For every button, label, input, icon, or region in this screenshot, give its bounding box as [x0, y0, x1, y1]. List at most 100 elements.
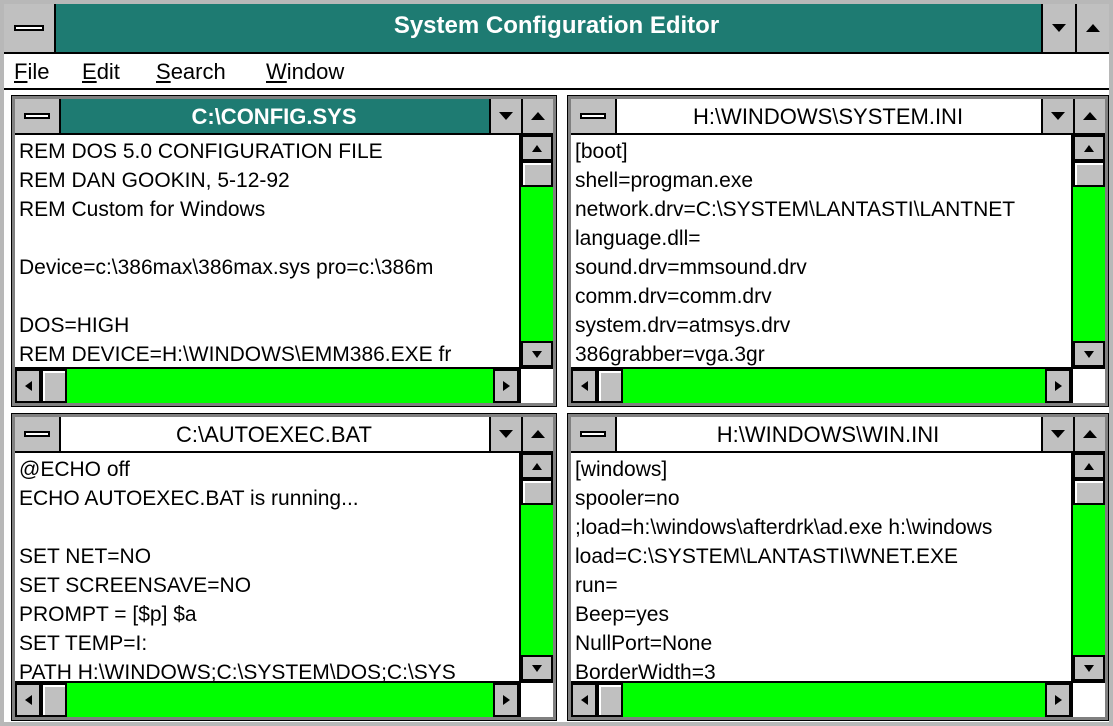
text-line: Device=c:\386max\386max.sys pro=c:\386m: [19, 256, 434, 279]
horizontal-scroll-thumb[interactable]: [597, 683, 623, 717]
autoexec-bat-window[interactable]: C:\AUTOEXEC.BAT @ECHO off ECHO AUTOEXEC.…: [11, 413, 557, 721]
text-line: system.drv=atmsys.drv: [575, 314, 791, 337]
minimize-icon: [1052, 24, 1066, 32]
config-sys-window[interactable]: C:\CONFIG.SYS REM DOS 5.0 CONFIGURATION …: [11, 95, 557, 407]
scroll-left-button[interactable]: [571, 683, 597, 717]
config-sys-control-menu-box[interactable]: [15, 99, 61, 133]
menu-edit-label: dit: [96, 59, 120, 84]
menu-bar: File Edit Search Window: [4, 54, 1109, 90]
vertical-scroll-thumb[interactable]: [521, 479, 553, 505]
maximize-icon: [1083, 430, 1097, 438]
text-line: [19, 282, 519, 311]
scroll-right-button[interactable]: [1045, 683, 1071, 717]
horizontal-scroll-thumb[interactable]: [41, 683, 67, 717]
system-ini-title: H:\WINDOWS\SYSTEM.INI: [692, 104, 964, 129]
scroll-up-button[interactable]: [1073, 453, 1105, 479]
win-ini-maximize-button[interactable]: [1073, 417, 1105, 451]
win-ini-window[interactable]: H:\WINDOWS\WIN.INI [windows] spooler=no …: [567, 413, 1109, 721]
win-ini-titlebar[interactable]: H:\WINDOWS\WIN.INI: [571, 417, 1105, 453]
scroll-right-button[interactable]: [493, 369, 519, 403]
system-ini-vertical-scrollbar[interactable]: [1071, 135, 1105, 367]
autoexec-bat-title: C:\AUTOEXEC.BAT: [175, 422, 372, 447]
app-maximize-button[interactable]: [1075, 4, 1109, 52]
scroll-down-button[interactable]: [1073, 655, 1105, 681]
autoexec-bat-vertical-scrollbar[interactable]: [519, 453, 553, 681]
config-sys-minimize-button[interactable]: [489, 99, 521, 133]
config-sys-text-area[interactable]: REM DOS 5.0 CONFIGURATION FILE REM DAN G…: [15, 135, 519, 367]
app-title: System Configuration Editor: [393, 12, 720, 39]
maximize-icon: [1083, 112, 1097, 120]
text-line: shell=progman.exe: [575, 169, 754, 192]
scroll-left-button[interactable]: [571, 369, 597, 403]
win-ini-text-area[interactable]: [windows] spooler=no ;load=h:\windows\af…: [571, 453, 1071, 681]
scrollbar-corner: [519, 681, 553, 717]
menu-window[interactable]: Window: [266, 59, 344, 85]
text-line: comm.drv=comm.drv: [575, 285, 772, 308]
system-ini-maximize-button[interactable]: [1073, 99, 1105, 133]
menu-file[interactable]: File: [14, 59, 49, 85]
system-ini-window[interactable]: H:\WINDOWS\SYSTEM.INI [boot] shell=progm…: [567, 95, 1109, 407]
control-menu-icon: [24, 431, 50, 437]
win-ini-minimize-button[interactable]: [1041, 417, 1073, 451]
config-sys-titlebar[interactable]: C:\CONFIG.SYS: [15, 99, 553, 135]
text-line: [windows]: [575, 458, 668, 481]
scroll-right-button[interactable]: [493, 683, 519, 717]
scroll-up-button[interactable]: [521, 453, 553, 479]
system-ini-minimize-button[interactable]: [1041, 99, 1073, 133]
autoexec-bat-titlebar[interactable]: C:\AUTOEXEC.BAT: [15, 417, 553, 453]
scroll-left-button[interactable]: [15, 369, 41, 403]
text-line: PATH H:\WINDOWS;C:\SYSTEM\DOS;C:\SYS: [19, 661, 456, 681]
scroll-up-button[interactable]: [521, 135, 553, 161]
autoexec-bat-control-menu-box[interactable]: [15, 417, 61, 451]
text-line: REM DAN GOOKIN, 5-12-92: [19, 169, 290, 192]
app-control-menu-box[interactable]: [4, 4, 56, 52]
down-arrow-icon: [1084, 350, 1094, 358]
scroll-right-button[interactable]: [1045, 369, 1071, 403]
vertical-scroll-thumb[interactable]: [521, 161, 553, 187]
app-titlebar[interactable]: System Configuration Editor: [4, 4, 1109, 54]
menu-file-accelerator: F: [14, 59, 28, 84]
vertical-scroll-thumb[interactable]: [1073, 479, 1105, 505]
text-line: SET SCREENSAVE=NO: [19, 574, 252, 597]
config-sys-horizontal-scrollbar[interactable]: [15, 367, 519, 403]
system-ini-horizontal-scrollbar[interactable]: [571, 367, 1071, 403]
menu-search[interactable]: Search: [156, 59, 226, 85]
system-ini-control-menu-box[interactable]: [571, 99, 617, 133]
menu-file-label: ile: [27, 59, 50, 84]
scroll-down-button[interactable]: [521, 341, 553, 367]
control-menu-icon: [14, 25, 44, 31]
control-menu-icon: [580, 113, 606, 119]
horizontal-scroll-thumb[interactable]: [597, 369, 623, 403]
right-arrow-icon: [502, 381, 510, 391]
autoexec-bat-minimize-button[interactable]: [489, 417, 521, 451]
left-arrow-icon: [580, 695, 588, 705]
vertical-scroll-thumb[interactable]: [1073, 161, 1105, 187]
up-arrow-icon: [1084, 144, 1094, 152]
autoexec-bat-maximize-button[interactable]: [521, 417, 553, 451]
win-ini-horizontal-scrollbar[interactable]: [571, 681, 1071, 717]
autoexec-bat-text-area[interactable]: @ECHO off ECHO AUTOEXEC.BAT is running..…: [15, 453, 519, 681]
text-line: SET TEMP=I:: [19, 632, 148, 655]
text-line: SET NET=NO: [19, 545, 152, 568]
text-line: ;load=h:\windows\afterdrk\ad.exe h:\wind…: [575, 516, 993, 539]
config-sys-vertical-scrollbar[interactable]: [519, 135, 553, 367]
scroll-down-button[interactable]: [521, 655, 553, 681]
scroll-left-button[interactable]: [15, 683, 41, 717]
up-arrow-icon: [532, 144, 542, 152]
autoexec-bat-horizontal-scrollbar[interactable]: [15, 681, 519, 717]
text-line: ECHO AUTOEXEC.BAT is running...: [19, 487, 359, 510]
win-ini-control-menu-box[interactable]: [571, 417, 617, 451]
menu-edit[interactable]: Edit: [82, 59, 120, 85]
config-sys-title: C:\CONFIG.SYS: [191, 104, 357, 129]
scrollbar-corner: [1071, 681, 1105, 717]
text-line: [19, 513, 519, 542]
app-minimize-button[interactable]: [1041, 4, 1075, 52]
system-ini-titlebar[interactable]: H:\WINDOWS\SYSTEM.INI: [571, 99, 1105, 135]
scroll-up-button[interactable]: [1073, 135, 1105, 161]
config-sys-maximize-button[interactable]: [521, 99, 553, 133]
scroll-down-button[interactable]: [1073, 341, 1105, 367]
text-line: REM DOS 5.0 CONFIGURATION FILE: [19, 140, 383, 163]
win-ini-vertical-scrollbar[interactable]: [1071, 453, 1105, 681]
horizontal-scroll-thumb[interactable]: [41, 369, 67, 403]
system-ini-text-area[interactable]: [boot] shell=progman.exe network.drv=C:\…: [571, 135, 1071, 367]
